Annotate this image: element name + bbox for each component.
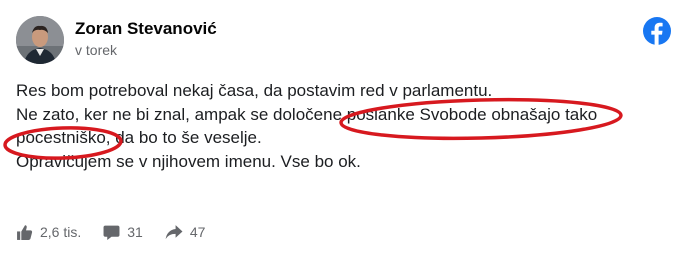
avatar[interactable] bbox=[16, 16, 64, 64]
thumbs-up-icon bbox=[17, 224, 33, 240]
post-line: Res bom potreboval nekaj časa, da postav… bbox=[16, 81, 493, 100]
engagement-bar: 2,6 tis. 31 47 bbox=[16, 222, 227, 242]
comment-icon bbox=[103, 225, 120, 240]
avatar-photo bbox=[16, 16, 64, 64]
share-arrow-icon bbox=[165, 224, 183, 239]
shares-count-label: 47 bbox=[189, 224, 206, 240]
likes-count-label: 2,6 tis. bbox=[40, 224, 82, 240]
post-line: Ne zato, ker ne bi znal, ampak se določe… bbox=[16, 104, 598, 124]
facebook-logo-icon[interactable] bbox=[643, 17, 671, 45]
facebook-post-card: Zoran Stevanović v torek Res bom potrebo… bbox=[0, 0, 688, 254]
comments-count[interactable]: 31 bbox=[103, 224, 143, 241]
post-timestamp[interactable]: v torek bbox=[75, 42, 117, 58]
shares-count[interactable]: 47 bbox=[165, 224, 206, 241]
post-text: Res bom potreboval nekaj časa, da postav… bbox=[16, 79, 656, 173]
post-line: Opravičujem se v njihovem imenu. Vse bo … bbox=[16, 151, 361, 171]
author-name[interactable]: Zoran Stevanović bbox=[75, 19, 217, 39]
post-line: pocestniško, da bo to še veselje. bbox=[16, 128, 262, 147]
likes-count[interactable]: 2,6 tis. bbox=[16, 224, 81, 241]
comments-count-label: 31 bbox=[127, 224, 143, 240]
